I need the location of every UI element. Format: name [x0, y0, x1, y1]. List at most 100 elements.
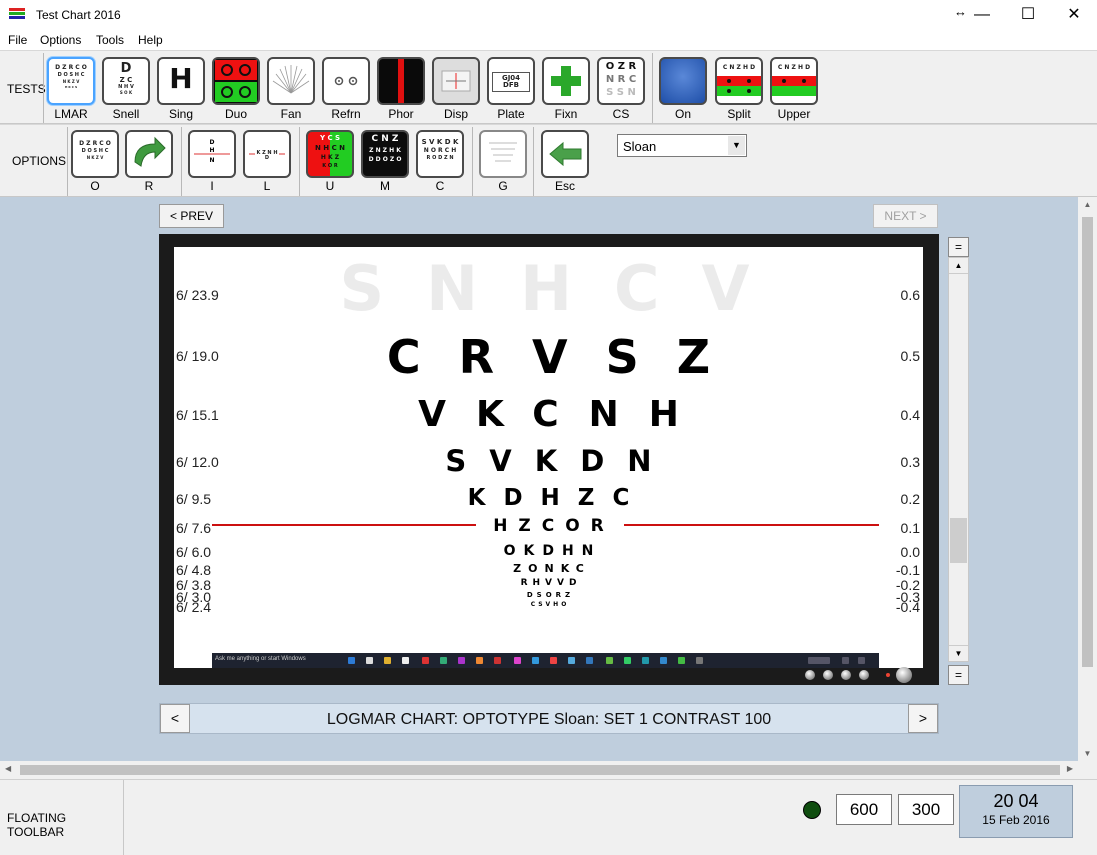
opt-u-icon-row: H K Z [320, 154, 340, 161]
scroll-thumb[interactable] [950, 518, 967, 563]
phoria-icon [398, 59, 404, 103]
option-o-button[interactable]: D Z R C O D O S H C N K Z V [71, 130, 119, 178]
option-m-button[interactable]: C N Z Z N Z H K D D O Z O [361, 130, 409, 178]
option-c-button[interactable]: S V K D K N O R C H R O D Z N [416, 130, 464, 178]
scroll-left-icon[interactable]: ◀ [5, 764, 11, 773]
zoom-out-button[interactable]: = [948, 665, 969, 685]
opt-c-icon-row: R O D Z N [426, 155, 454, 161]
chart-caption-bar: < LOGMAR CHART: OPTOTYPE Sloan: SET 1 CO… [159, 703, 939, 734]
lmar-icon-row: N K Z V [62, 79, 80, 84]
snellen-icon-row: Z C [119, 76, 133, 84]
close-button[interactable]: ✕ [1051, 0, 1097, 30]
option-g-button[interactable] [479, 130, 527, 178]
optotype-row: DSORZ [526, 591, 575, 599]
ghost-row: SNHCV [339, 252, 792, 325]
tray-icon [842, 657, 849, 664]
fixation-test-button[interactable] [542, 57, 590, 105]
power-led-icon [886, 673, 890, 677]
main-horizontal-scrollbar[interactable]: ◀ ▶ [0, 761, 1078, 779]
faded-chart-icon [489, 142, 517, 162]
zoom-in-button[interactable]: = [948, 237, 969, 257]
svg-text:N: N [209, 157, 214, 164]
option-i-button[interactable]: D H N [188, 130, 236, 178]
option-u-button[interactable]: Y C S N H C N H K Z K O R [306, 130, 354, 178]
option-l-button[interactable]: K Z N H D [243, 130, 291, 178]
plate-label: Plate [497, 107, 525, 121]
app-icon [586, 657, 593, 664]
scroll-right-icon[interactable]: ▶ [1067, 764, 1073, 773]
maximize-button[interactable]: ☐ [1005, 0, 1051, 30]
scroll-up-icon[interactable]: ▲ [1078, 200, 1097, 209]
opt-u-icon-row: N H C N [314, 144, 346, 152]
app-icon [458, 657, 465, 664]
opt-m-icon-row: D D O Z O [368, 156, 402, 163]
escape-button[interactable] [541, 130, 589, 178]
contrast-sensitivity-test-button[interactable]: O Z R N R C S S N [597, 57, 645, 105]
app-icon [696, 657, 703, 664]
option-c-label: C [435, 179, 445, 193]
app-icon [422, 657, 429, 664]
scroll-corner [1078, 761, 1097, 779]
scroll-thumb[interactable] [1082, 217, 1093, 667]
scroll-up-icon[interactable]: ▲ [949, 258, 968, 274]
plate-test-button[interactable]: GJ04 DFB [487, 57, 535, 105]
duo-label: Duo [224, 107, 247, 121]
refraction-test-button[interactable] [322, 57, 370, 105]
preview-taskbar: Ask me anything or start Windows [212, 653, 879, 668]
prev-button[interactable]: < PREV [159, 204, 224, 228]
upper-label: Upper [777, 107, 811, 121]
phoria-test-button[interactable] [377, 57, 425, 105]
cs-label: CS [612, 107, 630, 121]
opt-c-icon-row: N O R C H [423, 147, 457, 154]
upper-screen-button[interactable]: C N Z H D [770, 57, 818, 105]
snellen-icon-row: S O K [119, 90, 133, 95]
menu-options[interactable]: Options [40, 33, 81, 47]
optotype-select[interactable]: Sloan ▼ [617, 134, 747, 157]
esc-label: Esc [554, 179, 575, 193]
menu-file[interactable]: File [8, 33, 27, 47]
caption-prev-button[interactable]: < [160, 704, 190, 733]
split-screen-button[interactable]: C N Z H D [715, 57, 763, 105]
snell-label: Snell [112, 107, 140, 121]
option-l-label: L [263, 179, 271, 193]
opt-u-icon-row: K O R [322, 163, 338, 169]
floating-toolbar-label: FLOATING TOOLBAR [0, 780, 124, 855]
snellen-test-button[interactable]: D Z C N H V S O K [102, 57, 150, 105]
menu-tools[interactable]: Tools [96, 33, 124, 47]
menu-help[interactable]: Help [138, 33, 163, 47]
green-cross-icon [551, 66, 581, 96]
size-value-box[interactable]: 300 [898, 794, 954, 825]
distance-value-box[interactable]: 600 [836, 794, 892, 825]
lmar-icon-row: H K C S [64, 85, 78, 89]
chart-scrollbar[interactable]: ▲ ▼ [948, 257, 969, 662]
separator [299, 127, 300, 196]
app-icon [660, 657, 667, 664]
app-icon [348, 657, 355, 664]
scroll-thumb[interactable] [20, 765, 1060, 775]
app-icon [606, 657, 613, 664]
scroll-down-icon[interactable]: ▼ [1078, 749, 1097, 758]
lmar-icon-row: D Z R C O [55, 64, 87, 71]
monitor-button-icon [823, 670, 833, 680]
disparity-test-button[interactable] [432, 57, 480, 105]
screen-on-button[interactable] [659, 57, 707, 105]
opt-o-icon-row: D O S H C [81, 148, 109, 154]
sing-label: Sing [168, 107, 194, 121]
caption-next-button[interactable]: > [908, 704, 938, 733]
single-letter-test-button[interactable]: H [157, 57, 205, 105]
app-icon [568, 657, 575, 664]
next-button[interactable]: NEXT > [873, 204, 938, 228]
lmar-test-button[interactable]: D Z R C O D O S H C N K Z V H K C S [47, 57, 95, 105]
fan-test-button[interactable] [267, 57, 315, 105]
chevron-down-icon[interactable]: ▼ [728, 136, 745, 155]
minimize-button[interactable]: — [959, 0, 1005, 30]
refraction-icon [334, 76, 358, 86]
app-icon [9, 8, 25, 22]
status-indicator-icon [803, 801, 821, 819]
option-r-button[interactable] [125, 130, 173, 178]
fixn-label: Fixn [554, 107, 578, 121]
duochrome-test-button[interactable] [212, 57, 260, 105]
upper-icon [772, 76, 816, 96]
scroll-down-icon[interactable]: ▼ [949, 645, 968, 661]
main-vertical-scrollbar[interactable]: ▲ ▼ [1078, 197, 1097, 761]
